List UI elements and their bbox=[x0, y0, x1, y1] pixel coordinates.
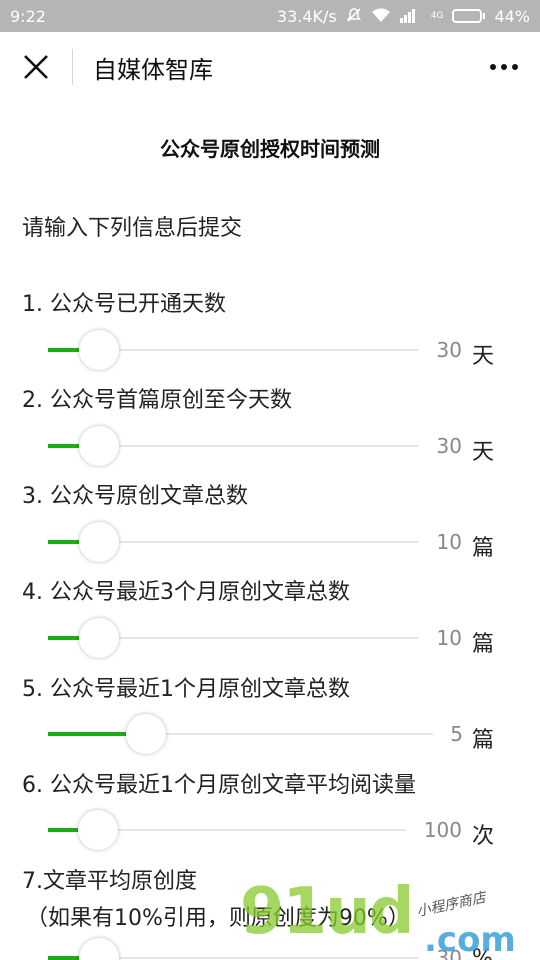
slider-unit: 篇 bbox=[472, 632, 495, 657]
status-indicators: 33.4K/s 4G 44% bbox=[277, 7, 530, 26]
slider-unit: 次 bbox=[472, 824, 495, 849]
question-label: 5. 公众号最近1个月原创文章总数 bbox=[22, 677, 350, 702]
slider-open-days[interactable] bbox=[48, 330, 418, 370]
slider-original-3-months[interactable] bbox=[48, 618, 418, 658]
form-intro: 请输入下列信息后提交 bbox=[22, 216, 243, 241]
more-button[interactable] bbox=[484, 32, 524, 102]
slider-unit: 篇 bbox=[472, 536, 495, 561]
slider-unit: 篇 bbox=[472, 728, 495, 753]
mute-bell-icon bbox=[346, 7, 362, 26]
close-icon bbox=[24, 55, 48, 79]
slider-original-1-month[interactable] bbox=[48, 714, 433, 754]
wifi-icon bbox=[371, 7, 391, 26]
slider-avg-reads[interactable] bbox=[48, 810, 406, 850]
slider-unit: % bbox=[472, 946, 493, 960]
slider-handle[interactable] bbox=[79, 330, 119, 370]
nav-bar: 自媒体智库 bbox=[0, 32, 540, 102]
slider-value: 5 bbox=[450, 722, 463, 746]
watermark-tagline: 小程序商店 bbox=[415, 889, 488, 921]
slider-handle[interactable] bbox=[79, 522, 119, 562]
network-speed: 33.4K/s bbox=[276, 6, 337, 26]
nav-divider bbox=[72, 49, 73, 85]
battery-percent: 44% bbox=[494, 6, 530, 26]
slider-originality[interactable] bbox=[48, 938, 418, 960]
close-button[interactable] bbox=[0, 32, 72, 102]
network-type: 4G bbox=[430, 10, 444, 21]
slider-handle[interactable] bbox=[79, 426, 119, 466]
status-bar: 9:22 33.4K/s 4G 44% bbox=[0, 0, 540, 32]
more-icon bbox=[490, 64, 496, 70]
slider-value: 30 bbox=[436, 338, 462, 362]
slider-value: 10 bbox=[436, 626, 462, 650]
slider-original-total[interactable] bbox=[48, 522, 418, 562]
slider-value: 10 bbox=[436, 530, 462, 554]
cellular-signal-icon bbox=[399, 7, 422, 26]
form-title: 公众号原创授权时间预测 bbox=[160, 137, 380, 161]
question-label: 2. 公众号首篇原创至今天数 bbox=[22, 388, 292, 413]
question-label: 7.文章平均原创度 bbox=[22, 869, 197, 894]
slider-handle[interactable] bbox=[78, 810, 118, 850]
slider-value: 100 bbox=[423, 818, 462, 842]
slider-first-original-days[interactable] bbox=[48, 426, 418, 466]
slider-unit: 天 bbox=[472, 344, 495, 369]
slider-handle[interactable] bbox=[126, 714, 166, 754]
question-label: 1. 公众号已开通天数 bbox=[22, 292, 226, 317]
slider-value: 30 bbox=[436, 434, 462, 458]
slider-handle[interactable] bbox=[79, 618, 119, 658]
nav-title: 自媒体智库 bbox=[93, 55, 213, 84]
slider-handle[interactable] bbox=[79, 938, 119, 960]
slider-unit: 天 bbox=[472, 440, 495, 465]
question-label: 4. 公众号最近3个月原创文章总数 bbox=[22, 580, 350, 605]
status-time: 9:22 bbox=[10, 6, 46, 26]
battery-icon bbox=[452, 9, 486, 23]
question-label: 3. 公众号原创文章总数 bbox=[22, 484, 248, 509]
question-label: 6. 公众号最近1个月原创文章平均阅读量 bbox=[22, 773, 416, 798]
slider-value: 30 bbox=[436, 946, 462, 960]
question-sublabel: （如果有10%引用，则原创度为90%） bbox=[26, 906, 410, 931]
